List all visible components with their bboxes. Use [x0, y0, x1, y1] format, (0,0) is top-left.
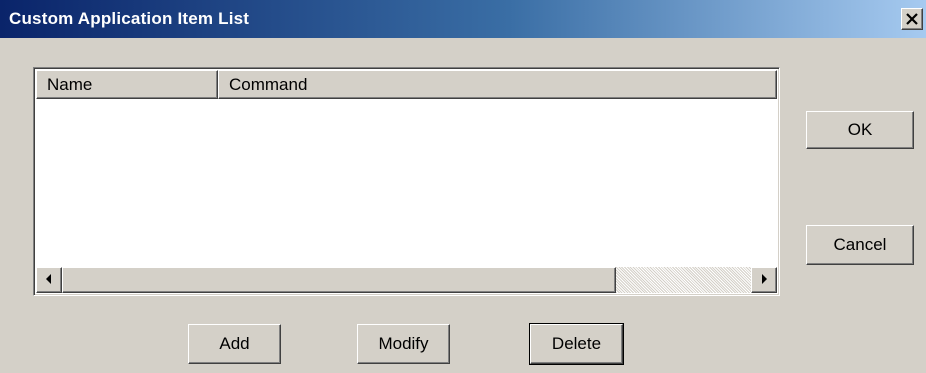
- cancel-button[interactable]: Cancel: [806, 225, 914, 265]
- arrow-left-icon: [45, 271, 53, 289]
- list-header: Name Command: [36, 70, 777, 99]
- column-header-name[interactable]: Name: [36, 70, 218, 99]
- scroll-left-button[interactable]: [36, 267, 62, 293]
- close-icon: [906, 13, 918, 25]
- arrow-right-icon: [760, 271, 768, 289]
- list-body[interactable]: [36, 99, 777, 267]
- delete-button[interactable]: Delete: [529, 323, 624, 365]
- scroll-thumb[interactable]: [62, 267, 616, 293]
- window-title: Custom Application Item List: [9, 9, 250, 28]
- add-button[interactable]: Add: [188, 324, 281, 364]
- column-header-command[interactable]: Command: [218, 70, 777, 99]
- ok-button[interactable]: OK: [806, 111, 914, 149]
- modify-button[interactable]: Modify: [357, 324, 450, 364]
- title-bar: Custom Application Item List: [0, 0, 926, 38]
- horizontal-scrollbar[interactable]: [36, 267, 777, 293]
- item-list-view[interactable]: Name Command: [33, 67, 780, 296]
- scroll-right-button[interactable]: [751, 267, 777, 293]
- close-button[interactable]: [901, 8, 923, 30]
